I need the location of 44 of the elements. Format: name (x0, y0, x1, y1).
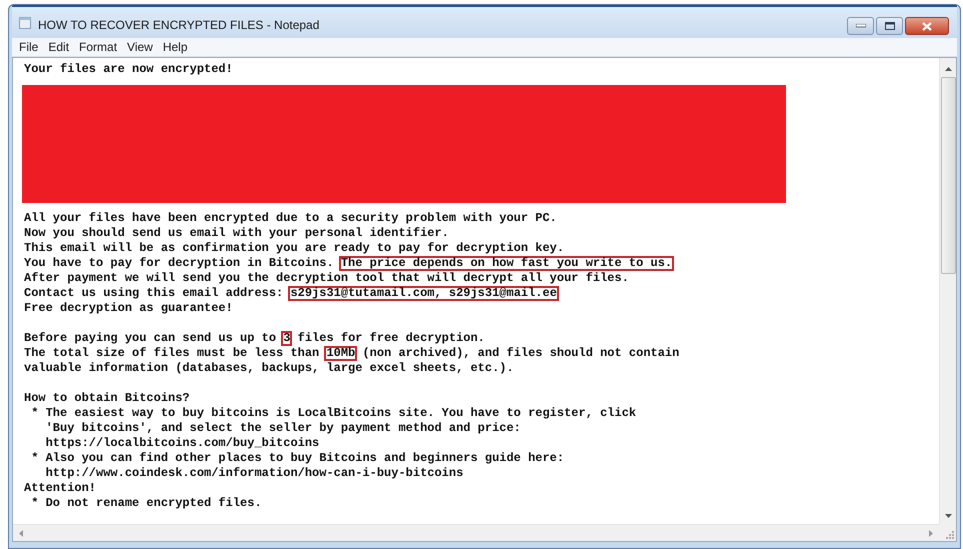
menu-item[interactable]: Edit (43, 40, 74, 54)
window-title: HOW TO RECOVER ENCRYPTED FILES - Notepad (38, 16, 320, 32)
close-button[interactable] (905, 17, 949, 35)
menu-item[interactable]: Help (158, 40, 193, 54)
resize-grip-icon[interactable] (945, 530, 954, 539)
minimize-icon (856, 24, 866, 28)
note-text: 'Buy bitcoins', and select the seller by payment method and price: (44, 421, 521, 435)
note-text: (non archived), and files should not contain (361, 346, 680, 360)
note-text: Free decryption as guarantee! (24, 301, 233, 315)
note-text: Before paying you can send us up to (24, 331, 278, 345)
menu-item[interactable]: Format (74, 40, 122, 54)
note-text: Now you should send us email with your personal identifier. (24, 226, 449, 240)
menu-item[interactable]: View (122, 40, 158, 54)
note-text: * Do not rename encrypted files. (30, 496, 262, 510)
note-text: https://localbitcoins.com/buy_bitcoins (44, 436, 320, 450)
scroll-right-icon[interactable] (929, 530, 933, 536)
scroll-up-icon[interactable] (944, 67, 952, 71)
note-text: The total size of files must be less than (24, 346, 320, 360)
maximize-button[interactable] (876, 17, 903, 35)
note-text: Contact us using this email address: (24, 286, 284, 300)
note-text: http://www.coindesk.com/information/how-can-i-buy-bitcoins (44, 466, 464, 480)
note-text: All your files have been encrypted due to a security problem with your PC. (24, 211, 557, 225)
scrollbar-thumb[interactable] (940, 77, 956, 274)
highlighted-text: s29js31@tutamail.com, s29js31@mail.ee (288, 286, 559, 301)
close-icon (922, 22, 932, 30)
note-text: Your files are now encrypted! (24, 62, 233, 76)
highlighted-text: 10Mb (324, 346, 358, 361)
scroll-left-icon[interactable] (19, 530, 23, 536)
note-text: This email will be as confirmation you are ready to pay for decryption key. (24, 241, 564, 255)
highlighted-text: 3 (281, 331, 292, 346)
note-text: * The easiest way to buy bitcoins is LocalBitcoins site. You have to register, click (30, 406, 636, 420)
note-text: valuable information (databases, backups, large excel sheets, etc.). (24, 361, 514, 375)
maximize-icon (884, 22, 894, 30)
menu-item[interactable]: File (14, 40, 44, 54)
highlighted-text: The price depends on how fast you write to us. (338, 256, 674, 271)
note-text: Attention! (24, 481, 96, 495)
note-text: How to obtain Bitcoins? (24, 391, 190, 405)
scroll-down-icon[interactable] (944, 514, 952, 518)
note-text: files for free decryption. (296, 331, 485, 345)
note-text: You have to pay for decryption in Bitcoins. (24, 256, 335, 270)
minimize-button[interactable] (847, 17, 874, 35)
note-text: After payment we will send you the decryption tool that will decrypt all your files. (24, 271, 629, 285)
notepad-icon (18, 16, 32, 30)
note-text: * Also you can find other places to buy Bitcoins and beginners guide here: (30, 451, 564, 465)
